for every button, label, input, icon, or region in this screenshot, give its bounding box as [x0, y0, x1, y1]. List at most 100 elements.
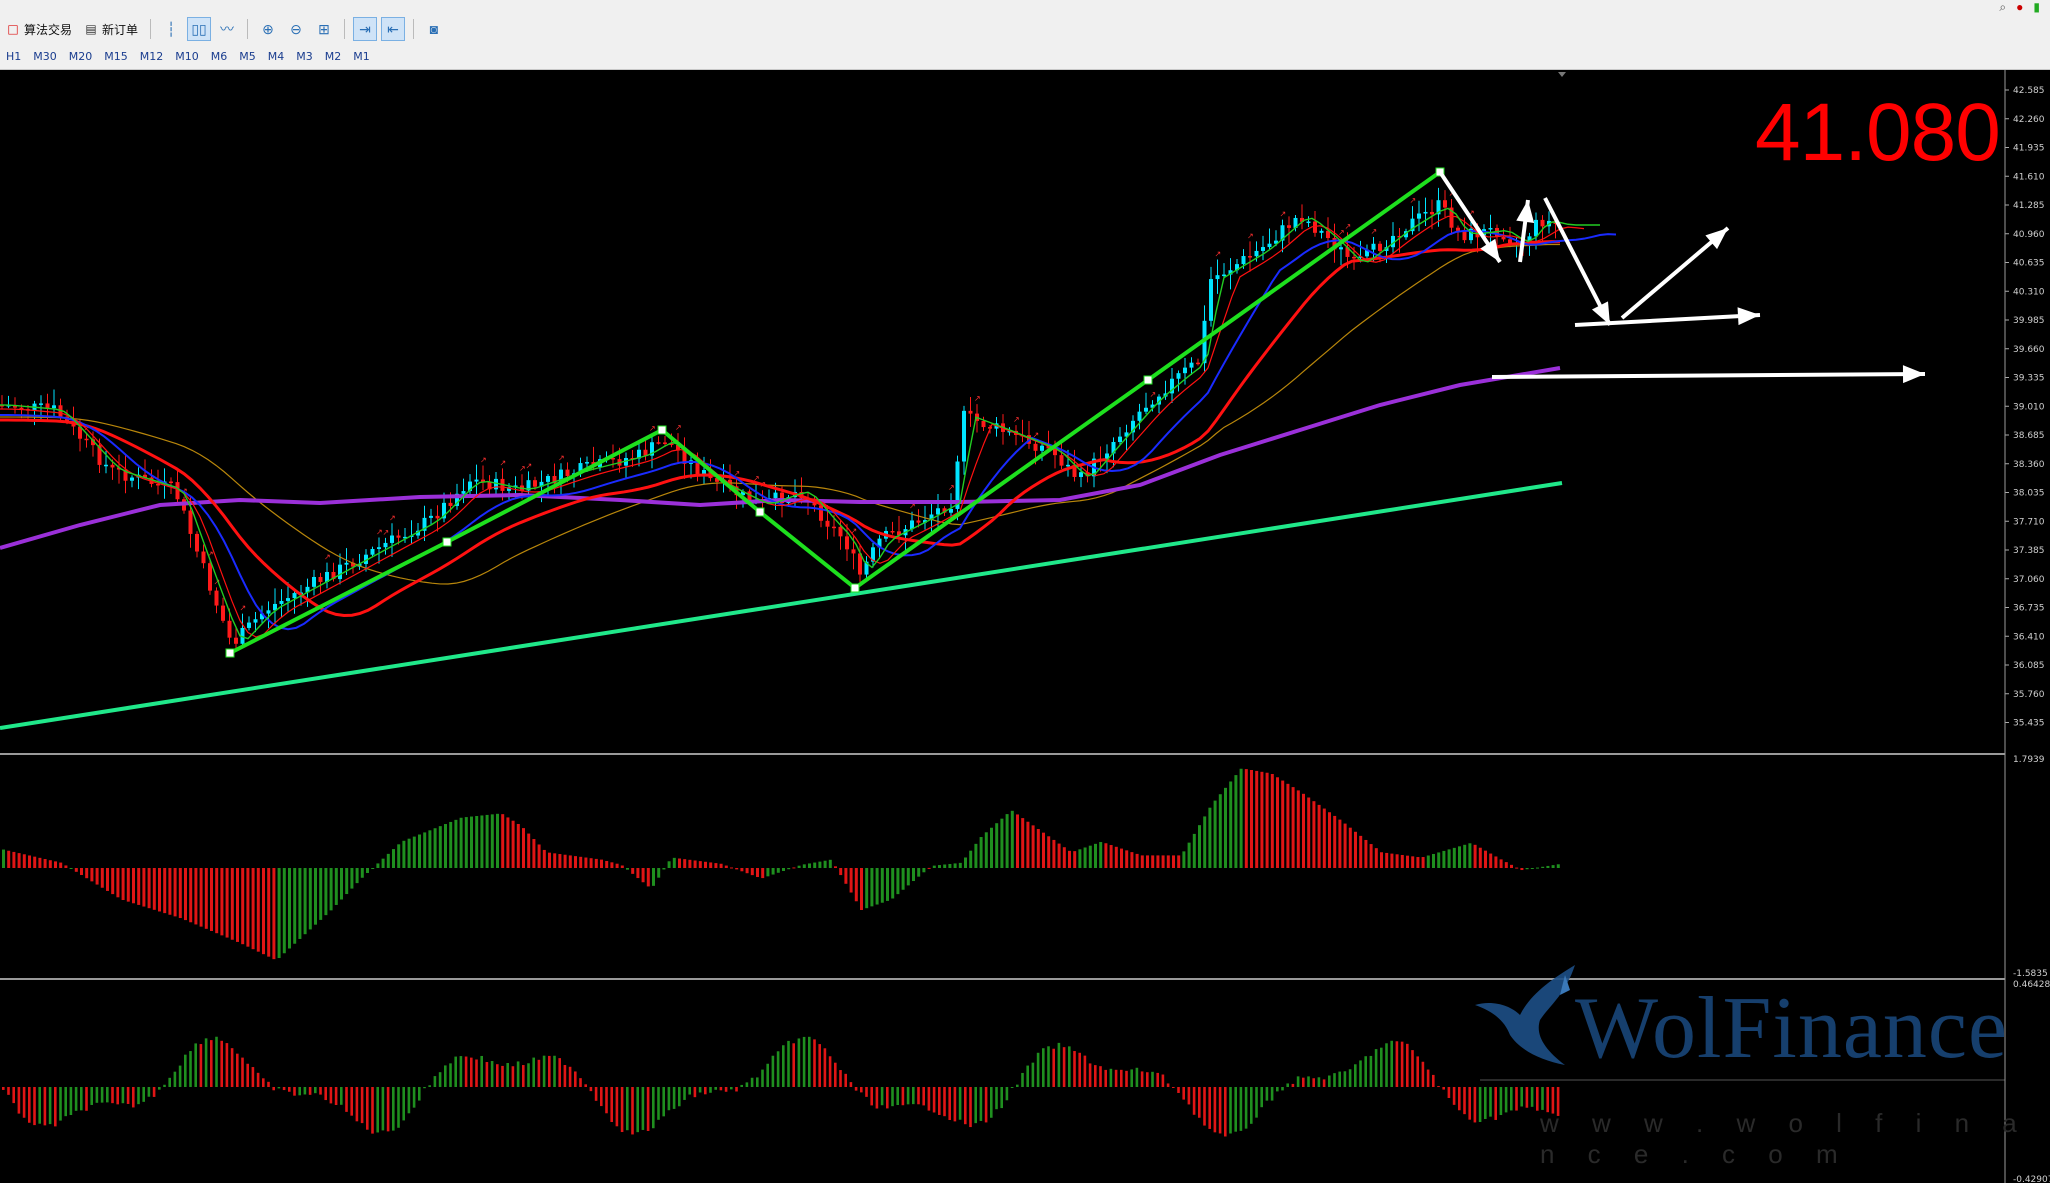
- candle-body: [429, 515, 433, 518]
- timeframe-m3[interactable]: M3: [296, 50, 313, 63]
- osc-bar: [823, 1048, 827, 1087]
- notification-icon[interactable]: ●: [2016, 0, 2023, 14]
- macd-bar: [782, 868, 785, 871]
- macd-bar: [610, 862, 614, 868]
- macd-bar: [418, 834, 421, 868]
- osc-bar: [594, 1087, 598, 1101]
- macd-bar: [600, 859, 603, 868]
- timeframe-h1[interactable]: H1: [6, 50, 21, 63]
- timeframe-m30[interactable]: M30: [33, 50, 57, 63]
- macd-bar: [1421, 857, 1425, 868]
- timeframe-m10[interactable]: M10: [175, 50, 199, 63]
- macd-bar: [1104, 843, 1108, 868]
- macd-bar: [236, 868, 239, 942]
- osc-bar: [683, 1087, 686, 1100]
- osc-bar: [121, 1087, 125, 1104]
- stop-icon: □: [7, 22, 19, 36]
- timeframe-bar: H1 M30 M20 M15 M12 M10 M6 M5 M4 M3 M2 M1: [0, 48, 376, 64]
- timeframe-m5[interactable]: M5: [239, 50, 256, 63]
- osc-bar: [1317, 1077, 1321, 1087]
- macd-bar: [1062, 847, 1066, 868]
- candle-body: [279, 600, 284, 604]
- macd-bar: [875, 868, 879, 905]
- macd-bar: [761, 868, 765, 879]
- osc-bar: [1426, 1069, 1430, 1087]
- osc-bar: [953, 1087, 957, 1122]
- timeframe-m1[interactable]: M1: [353, 50, 370, 63]
- osc-bar: [1312, 1078, 1315, 1087]
- osc-bar: [615, 1087, 619, 1127]
- macd-bar: [1359, 835, 1363, 868]
- zoom-out-icon[interactable]: ⊖: [284, 17, 308, 41]
- osc-bar: [834, 1062, 837, 1087]
- algo-trading-button[interactable]: □ 算法交易: [0, 17, 78, 41]
- timeframe-m12[interactable]: M12: [140, 50, 164, 63]
- osc-bar: [896, 1087, 899, 1105]
- macd-bar: [678, 858, 681, 868]
- macd-bar: [1411, 856, 1415, 868]
- timeframe-m20[interactable]: M20: [69, 50, 93, 63]
- candle-body: [981, 420, 986, 428]
- chart-shift-icon[interactable]: ⇤: [381, 17, 406, 41]
- candle-chart-icon[interactable]: ▯▯: [187, 17, 212, 41]
- osc-bar: [1296, 1076, 1300, 1087]
- osc-bar: [381, 1087, 385, 1131]
- macd-bar: [714, 863, 718, 868]
- macd-bar: [1229, 781, 1233, 868]
- osc-bar: [849, 1082, 853, 1087]
- osc-axis-bottom-label: -0.42907: [2013, 1175, 2050, 1183]
- candle-body: [169, 481, 173, 484]
- macd-bar: [220, 868, 224, 936]
- candle-body: [377, 547, 381, 549]
- candle-body: [253, 619, 258, 623]
- macd-bar: [1468, 843, 1472, 868]
- macd-bar: [1348, 827, 1352, 868]
- macd-bar: [1556, 864, 1560, 868]
- macd-bar: [69, 868, 73, 869]
- zoom-in-icon[interactable]: ⊕: [256, 17, 280, 41]
- macd-bar: [1395, 854, 1399, 868]
- osc-bar: [906, 1087, 910, 1105]
- macd-bar: [1338, 819, 1342, 868]
- osc-bar: [1057, 1042, 1061, 1087]
- bar-chart-icon[interactable]: ┆: [159, 17, 183, 41]
- new-order-button[interactable]: ▤ 新订单: [78, 17, 144, 41]
- line-chart-icon[interactable]: 〰: [215, 17, 239, 41]
- screenshot-icon[interactable]: ◙: [422, 17, 446, 41]
- candle-body: [1352, 256, 1356, 259]
- macd-bar: [184, 868, 187, 921]
- macd-bar: [969, 850, 973, 868]
- timeframe-m2[interactable]: M2: [325, 50, 342, 63]
- candle-body: [1261, 247, 1265, 251]
- timeframe-m15[interactable]: M15: [104, 50, 128, 63]
- signal-icon[interactable]: ▮: [2033, 0, 2040, 14]
- macd-bar: [1021, 818, 1025, 868]
- grid-icon[interactable]: ⊞: [312, 17, 336, 41]
- macd-bar: [282, 868, 286, 954]
- osc-bar: [308, 1087, 312, 1095]
- timeframe-m4[interactable]: M4: [268, 50, 285, 63]
- macd-bar: [428, 830, 432, 868]
- osc-bar: [870, 1087, 873, 1106]
- macd-bar: [1333, 815, 1337, 868]
- osc-bar: [1088, 1063, 1092, 1087]
- search-icon[interactable]: ⌕: [1999, 0, 2006, 15]
- macd-bar: [1250, 770, 1253, 868]
- osc-bar: [652, 1087, 655, 1129]
- macd-bar: [1354, 831, 1357, 868]
- timeframe-m6[interactable]: M6: [211, 50, 228, 63]
- osc-bar: [215, 1036, 218, 1087]
- autoscroll-icon[interactable]: ⇥: [353, 17, 378, 41]
- macd-bar: [142, 868, 146, 907]
- macd-bar: [641, 868, 645, 883]
- osc-bar: [787, 1040, 790, 1087]
- macd-bar: [85, 868, 89, 879]
- osc-bar: [1504, 1087, 1508, 1113]
- osc-bar: [839, 1070, 842, 1087]
- macd-bar: [438, 826, 442, 868]
- osc-bar: [813, 1039, 816, 1087]
- fractal-marker: ↗: [324, 553, 331, 562]
- osc-bar: [449, 1063, 452, 1087]
- macd-bar: [132, 868, 135, 904]
- candle-body: [845, 536, 849, 550]
